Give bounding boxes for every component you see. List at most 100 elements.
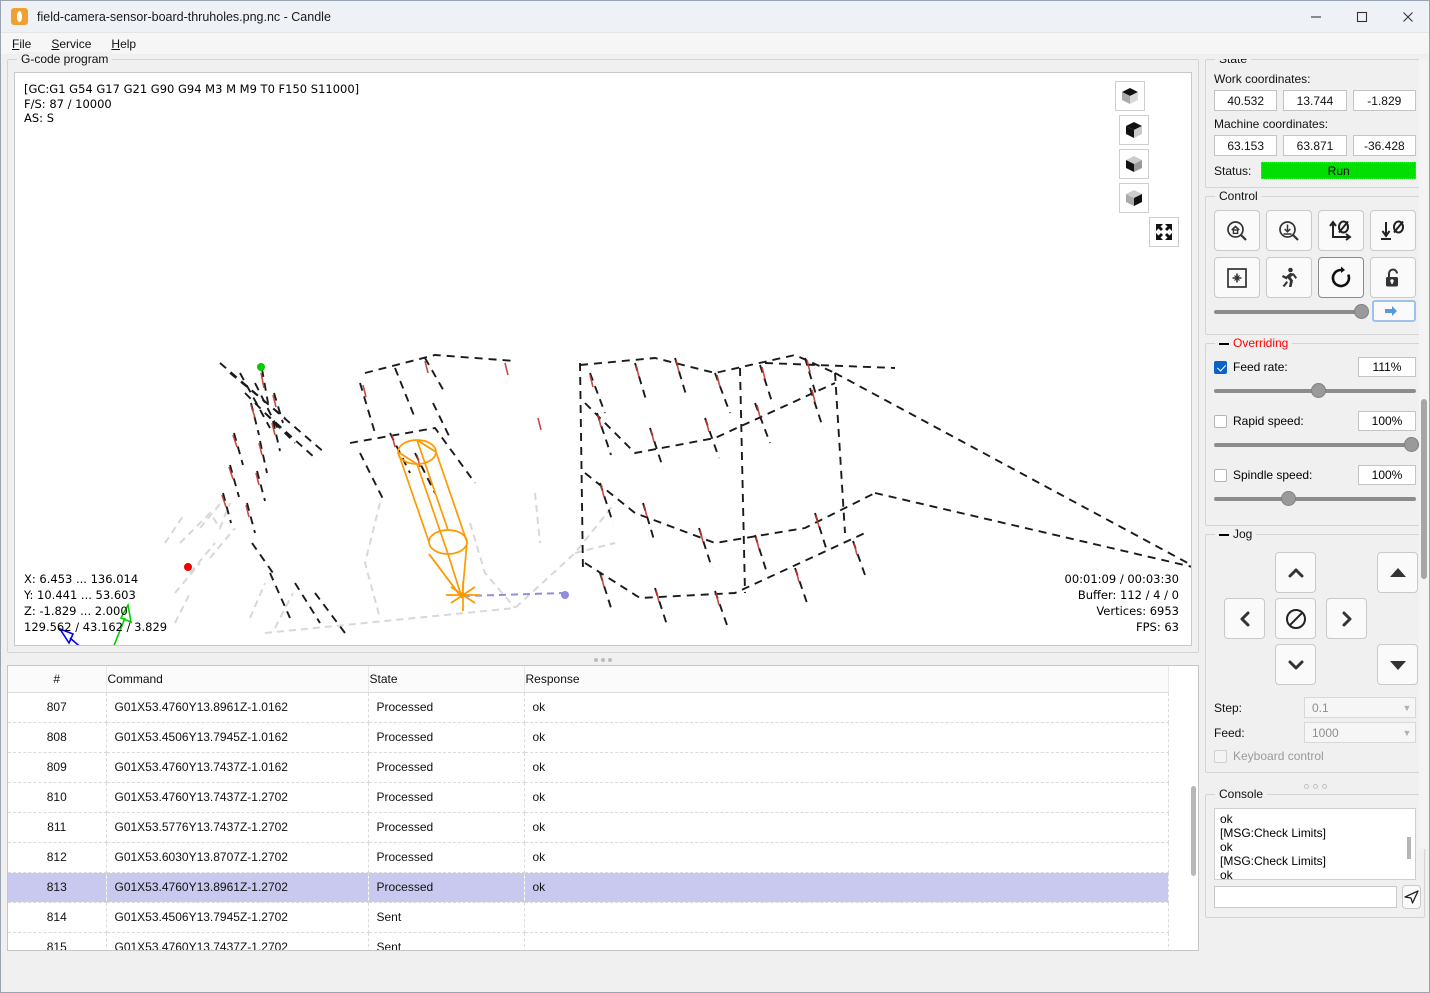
window-controls [1293, 1, 1429, 33]
machine-x-value[interactable]: 63.153 [1214, 135, 1278, 156]
row-index: 811 [8, 812, 107, 843]
jog-pad [1214, 548, 1418, 693]
3d-viewport[interactable]: [GC:G1 G54 G17 G21 G90 G94 M3 M M9 T0 F1… [14, 72, 1192, 646]
minimize-icon[interactable] [1293, 1, 1339, 33]
safe-position-button[interactable] [1214, 257, 1260, 298]
spindle-speed-checkbox[interactable]: Spindle speed: [1214, 468, 1312, 482]
right-panel-scrollbar-thumb[interactable] [1421, 399, 1427, 579]
spindle-speed-row: Spindle speed: 100% [1214, 465, 1416, 485]
rapid-speed-checkbox[interactable]: Rapid speed: [1214, 414, 1304, 428]
table-row[interactable]: 813 G01X53.4760Y13.8961Z-1.2702 Processed o… [8, 872, 1169, 903]
overriding-group-label[interactable]: Overriding [1215, 336, 1293, 350]
work-y-value[interactable]: 13.744 [1283, 90, 1347, 111]
menu-file[interactable]: File [3, 35, 40, 53]
jog-z-plus-button[interactable] [1377, 552, 1418, 593]
feed-rate-box [1214, 360, 1227, 374]
row-response [524, 902, 1169, 933]
spindle-speed-knob[interactable] [1280, 491, 1296, 506]
zero-z-button[interactable] [1370, 210, 1416, 251]
run-button[interactable] [1266, 257, 1312, 298]
feed-rate-label: Feed rate: [1233, 360, 1288, 374]
table-row[interactable]: 808 G01X53.4506Y13.7945Z-1.0162 Processed o… [8, 722, 1169, 753]
vertical-splitter-handle[interactable] [7, 655, 1199, 665]
table-row[interactable]: 812 G01X53.6030Y13.8707Z-1.2702 Processed o… [8, 842, 1169, 873]
jog-y-minus-button[interactable] [1275, 644, 1316, 685]
jog-stop-button[interactable] [1275, 598, 1316, 639]
clipping-slider-track[interactable] [1214, 310, 1358, 314]
jog-feed-select[interactable]: 1000 ▼ [1304, 722, 1416, 743]
clipping-slider-row [1214, 298, 1416, 326]
row-command: G01X53.4760Y13.8961Z-1.2702 [106, 872, 369, 903]
console-send-button[interactable] [1402, 884, 1421, 909]
splitter-dot [594, 658, 598, 662]
row-state: Processed [368, 812, 525, 843]
machine-y-value[interactable]: 63.871 [1283, 135, 1347, 156]
console-output[interactable]: ok [MSG:Check Limits] ok [MSG:Check Limi… [1214, 807, 1416, 880]
clipping-toggle-button[interactable] [1372, 300, 1416, 322]
jog-x-plus-button[interactable] [1326, 598, 1367, 639]
table-row[interactable]: 807 G01X53.4760Y13.8961Z-1.0162 Processed o… [8, 692, 1169, 723]
feed-rate-value[interactable]: 111% [1358, 357, 1416, 377]
row-index: 808 [8, 722, 107, 753]
row-state: Processed [368, 752, 525, 783]
row-command: G01X53.6030Y13.8707Z-1.2702 [106, 842, 369, 873]
machine-coordinates-row: 63.153 63.871 -36.428 [1214, 135, 1416, 156]
console-input[interactable] [1214, 885, 1397, 908]
jog-z-minus-button[interactable] [1377, 644, 1418, 685]
spindle-speed-slider[interactable] [1214, 489, 1416, 509]
isometric-view-top-left-button[interactable] [1115, 81, 1145, 111]
row-response: ok [524, 722, 1169, 753]
feed-rate-slider[interactable] [1214, 381, 1416, 401]
row-command: G01X53.4506Y13.7945Z-1.0162 [106, 722, 369, 753]
spindle-speed-value[interactable]: 100% [1358, 465, 1416, 485]
zero-xy-button[interactable] [1318, 210, 1364, 251]
unlock-button[interactable] [1370, 257, 1416, 298]
right-panel-scrollbar[interactable] [1419, 59, 1429, 849]
jog-group-label[interactable]: Jog [1215, 527, 1257, 541]
column-header-response[interactable]: Response [524, 666, 1169, 693]
rapid-speed-value[interactable]: 100% [1358, 411, 1416, 431]
isometric-view-bottom-right-button[interactable] [1119, 183, 1149, 213]
keyboard-control-checkbox[interactable]: Keyboard control [1214, 749, 1324, 763]
clipping-slider-knob[interactable] [1354, 304, 1369, 319]
close-icon[interactable] [1385, 1, 1429, 33]
row-response: ok [524, 692, 1169, 723]
isometric-view-bottom-left-button[interactable] [1119, 149, 1149, 179]
control-group: Control [1205, 189, 1425, 335]
probe-button[interactable] [1266, 210, 1312, 251]
rapid-speed-knob[interactable] [1403, 437, 1419, 452]
home-button[interactable] [1214, 210, 1260, 251]
console-scrollbar-thumb[interactable] [1407, 836, 1411, 859]
table-row[interactable]: 815 G01X53.4760Y13.7437Z-1.2702 Sent [8, 932, 1169, 950]
table-row[interactable]: 814 G01X53.4506Y13.7945Z-1.2702 Sent [8, 902, 1169, 933]
column-header-command[interactable]: Command [106, 666, 369, 693]
column-header-index[interactable]: # [8, 666, 107, 693]
jog-step-label: Step: [1214, 700, 1243, 715]
fit-to-screen-button[interactable] [1149, 217, 1179, 247]
menu-help[interactable]: Help [102, 35, 145, 53]
table-row[interactable]: 811 G01X53.5776Y13.7437Z-1.2702 Processed o… [8, 812, 1169, 843]
menu-service[interactable]: Service [42, 35, 100, 53]
machine-z-value[interactable]: -36.428 [1352, 135, 1416, 156]
reset-button[interactable] [1318, 257, 1364, 298]
rapid-speed-slider[interactable] [1214, 435, 1419, 455]
table-row[interactable]: 809 G01X53.4760Y13.7437Z-1.0162 Processed o… [8, 752, 1169, 783]
machine-coordinates-label: Machine coordinates: [1214, 117, 1329, 131]
jog-x-minus-button[interactable] [1224, 598, 1265, 639]
gcode-table[interactable]: # Command State Response 807 G01X53.4760Y… [7, 665, 1199, 951]
jog-y-plus-button[interactable] [1275, 552, 1316, 593]
jog-step-select[interactable]: 0.1 ▼ [1304, 697, 1416, 718]
feed-rate-checkbox[interactable]: Feed rate: [1214, 360, 1288, 374]
table-row[interactable]: 810 G01X53.4760Y13.7437Z-1.2702 Processed o… [8, 782, 1169, 813]
feed-rate-knob[interactable] [1310, 383, 1326, 398]
maximize-icon[interactable] [1339, 1, 1385, 33]
table-scrollbar-thumb[interactable] [1191, 786, 1196, 876]
row-response: ok [524, 782, 1169, 813]
column-header-state[interactable]: State [368, 666, 525, 693]
work-z-value[interactable]: -1.829 [1352, 90, 1416, 111]
row-state: Processed [368, 872, 525, 903]
isometric-view-top-right-button[interactable] [1119, 115, 1149, 145]
work-coordinates-label: Work coordinates: [1214, 72, 1311, 86]
row-index: 809 [8, 752, 107, 783]
work-x-value[interactable]: 40.532 [1214, 90, 1278, 111]
